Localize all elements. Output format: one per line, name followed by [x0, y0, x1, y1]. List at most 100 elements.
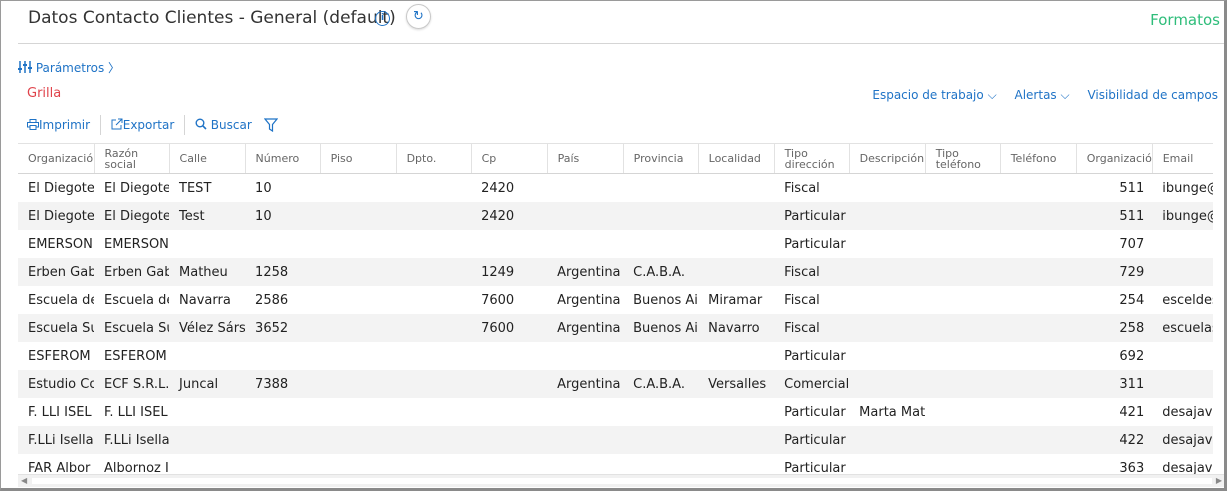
table-cell: [320, 314, 397, 342]
table-cell: 10: [255, 180, 272, 196]
table-cell: [849, 342, 925, 370]
scroll-right-icon[interactable]: ▶: [1216, 476, 1222, 485]
table-cell: [849, 286, 925, 314]
table-cell: [849, 258, 926, 286]
search-icon: [195, 118, 207, 130]
table-cell: 254: [1119, 292, 1145, 308]
table-row[interactable]: EMERSON EMERSON Particular 707: [18, 230, 1213, 258]
alertas-link[interactable]: Alertas ⌵: [1015, 88, 1070, 102]
column-header[interactable]: Organizació: [1076, 143, 1153, 174]
table-cell: EMERSON: [28, 236, 93, 252]
table-cell: [925, 342, 1000, 370]
printer-icon: [27, 119, 39, 130]
table-cell: [1152, 370, 1213, 398]
table-cell: 2420: [471, 202, 548, 230]
filter-button[interactable]: [263, 117, 278, 133]
table-cell: [547, 398, 623, 426]
table-cell: escuelasu: [1152, 314, 1213, 342]
column-header[interactable]: Piso: [320, 143, 397, 174]
table-cell: [320, 286, 396, 314]
refresh-button[interactable]: ↻: [406, 4, 431, 29]
table-cell: Comercial: [774, 370, 850, 398]
column-header[interactable]: Tipo teléfono: [925, 143, 1001, 174]
table-cell: [623, 454, 698, 474]
table-cell: Particular: [774, 426, 850, 454]
table-cell: Particular: [784, 460, 846, 475]
table-row[interactable]: El Diegote El Diegote Test 10 2420 Particular…: [18, 202, 1213, 230]
table-row[interactable]: El Diegote El Diegote TEST 10 2420 Fiscal 511 i…: [18, 174, 1213, 203]
search-button[interactable]: Buscar: [195, 118, 252, 132]
table-row[interactable]: ESFEROM ESFEROM Particular 692: [18, 342, 1213, 370]
table-cell: C.A.B.A.: [623, 258, 699, 286]
export-button[interactable]: Exportar: [111, 118, 174, 132]
column-header[interactable]: Número: [245, 143, 321, 174]
table-cell: ESFEROM: [28, 348, 91, 364]
table-cell: 1258: [245, 258, 321, 286]
table-row[interactable]: F. LLI ISEL F. LLI ISEL Particular Marta Ma…: [18, 398, 1213, 426]
data-grid[interactable]: Organizació Razón social Calle Número Piso Dpt…: [18, 143, 1213, 474]
table-cell: F. LLI ISEL: [104, 404, 168, 420]
table-cell: Buenos Ai: [633, 292, 698, 308]
column-header[interactable]: Dpto.: [396, 143, 472, 174]
column-header[interactable]: Descripción: [849, 143, 926, 174]
scroll-left-icon[interactable]: ◀: [21, 476, 27, 485]
espacio-trabajo-link[interactable]: Espacio de trabajo ⌵: [872, 88, 996, 102]
column-header[interactable]: Localidad: [698, 143, 775, 174]
table-cell: [320, 370, 397, 398]
table-row[interactable]: Escuela de Escuela de Navarra 2586 7600 Argen…: [18, 286, 1213, 314]
column-header[interactable]: Calle: [169, 143, 246, 174]
table-cell: [320, 426, 397, 454]
scrollbar-thumb[interactable]: [32, 478, 1212, 484]
table-cell: Escuela de: [28, 292, 95, 308]
horizontal-scrollbar[interactable]: ◀ ▶: [18, 474, 1224, 487]
column-header[interactable]: Cp: [471, 143, 548, 174]
table-cell: [1000, 314, 1077, 342]
table-cell: [1000, 286, 1076, 314]
toolbar-divider: [99, 115, 101, 135]
grid-toolbar: Imprimir Exportar Buscar: [27, 115, 278, 135]
table-row[interactable]: Estudio Co ECF S.R.L. Juncal 7388 Argentina C…: [18, 370, 1213, 398]
table-cell: 511: [1119, 180, 1145, 196]
table-cell: [320, 202, 397, 230]
table-cell: [169, 398, 245, 426]
table-cell: [169, 454, 245, 474]
table-row[interactable]: F.LLi Isella F.LLi Isella Particular 422 des…: [18, 426, 1213, 454]
column-header[interactable]: Teléfono: [1000, 143, 1077, 174]
column-header[interactable]: Razón social: [94, 143, 170, 174]
parametros-toggle[interactable]: Parámetros 〉: [18, 59, 120, 76]
toolbar-divider: [184, 115, 186, 135]
table-cell: [471, 370, 548, 398]
table-cell: El Diegote: [28, 180, 95, 196]
table-cell: [245, 454, 320, 474]
table-cell: Marta Mat: [859, 404, 926, 420]
table-cell: [1000, 230, 1076, 258]
table-cell: [396, 370, 472, 398]
column-header[interactable]: Email: [1152, 143, 1213, 174]
visibilidad-campos-link[interactable]: Visibilidad de campos: [1087, 88, 1218, 102]
table-cell: [396, 286, 471, 314]
table-row[interactable]: Escuela Su Escuela Su Vélez Sárs 3652 7600 Ar…: [18, 314, 1213, 342]
column-header[interactable]: Tipo dirección: [774, 143, 850, 174]
column-header[interactable]: Provincia: [623, 143, 699, 174]
table-cell: 2420: [481, 180, 515, 196]
table-cell: [925, 426, 1001, 454]
column-header[interactable]: País: [547, 143, 624, 174]
table-cell: [396, 202, 472, 230]
table-row[interactable]: FAR Albor Albornoz I Particular 363 desajava…: [18, 454, 1213, 475]
print-button[interactable]: Imprimir: [27, 118, 90, 132]
table-cell: [1000, 370, 1077, 398]
info-icon[interactable]: i: [375, 11, 390, 26]
formatos-link[interactable]: Formatos: [1150, 11, 1220, 29]
table-cell: [698, 454, 774, 474]
table-cell: [169, 342, 245, 370]
table-cell: [320, 258, 397, 286]
table-cell: ECF S.R.L.: [94, 370, 170, 398]
column-header[interactable]: Organizació: [18, 143, 95, 174]
window-frame: Datos Contacto Clientes - General (defau…: [0, 0, 1227, 491]
page-title: Datos Contacto Clientes - General (defau…: [28, 8, 396, 28]
table-cell: [849, 454, 925, 474]
table-cell: [925, 286, 1000, 314]
table-row[interactable]: Erben Gab Erben Gab Matheu 1258 1249 Argentin…: [18, 258, 1213, 286]
table-cell: [925, 454, 1000, 474]
external-link-icon: [111, 118, 123, 130]
